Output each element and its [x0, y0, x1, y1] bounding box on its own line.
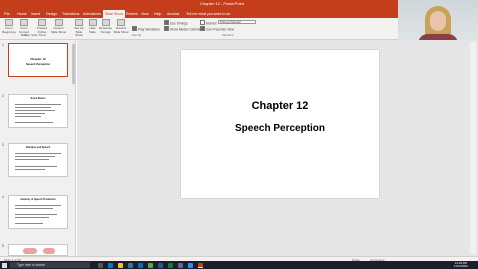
slide-thumbnail-3[interactable]: Vibration and Speech [8, 143, 68, 177]
tab-view[interactable]: View [141, 11, 149, 17]
thumb-title-1: Chapter 12 [30, 57, 46, 61]
tab-design[interactable]: Design [46, 11, 57, 17]
record-label: Record Slide Show [113, 26, 129, 34]
thumb-title-3: Vibration and Speech [25, 146, 51, 149]
stopwatch-icon [101, 19, 110, 26]
tab-slide-show[interactable]: Slide Show [103, 10, 125, 18]
thumbnail-scrollbar[interactable] [72, 44, 75, 84]
thumb-number-5: 5 [2, 244, 4, 248]
tab-home[interactable]: Home [17, 11, 27, 17]
custom-show-icon [54, 19, 63, 26]
slide-title[interactable]: Chapter 12 [181, 100, 379, 112]
taskbar-clock: 12:18 PM 11/12/2020 [454, 261, 468, 269]
thumb-title-4: Anatomy of Speech Production [20, 198, 56, 201]
setup-icon [75, 19, 83, 26]
tab-transitions[interactable]: Transitions [62, 11, 79, 17]
setup-label: Set Up Slide Show [74, 26, 84, 37]
present-online-button[interactable]: Present Online [35, 19, 49, 34]
hide-slide-button[interactable]: Hide Slide [87, 19, 98, 34]
thumb-number-3: 3 [2, 143, 4, 147]
edge-icon[interactable] [108, 262, 113, 268]
window-title: Chapter 12 - PowerPoint [200, 1, 244, 6]
excel-icon[interactable] [168, 262, 173, 268]
clock-date: 11/12/2020 [454, 263, 468, 268]
thumb-number-2: 2 [2, 94, 4, 98]
monitors-group-label: Monitors [222, 33, 234, 37]
thumb-image-2 [43, 248, 55, 254]
chrome-icon[interactable] [148, 262, 153, 268]
play-narrations-checkbox[interactable]: Play Narrations [132, 26, 160, 32]
present-online-icon [38, 19, 46, 26]
tell-me-search[interactable]: Tell me what you want to do [186, 11, 230, 17]
windows-start-icon[interactable] [2, 262, 7, 268]
play-icon [5, 19, 13, 26]
editor-scrollbar[interactable] [470, 42, 476, 254]
from-beginning-button[interactable]: From Beginning [2, 19, 16, 34]
slide-thumbnail-1[interactable]: Chapter 12 Speech Perception [8, 43, 68, 77]
monitor-label: Monitor: [200, 20, 218, 26]
record-icon [117, 19, 125, 26]
set-up-slide-show-button[interactable]: Set Up Slide Show [72, 19, 86, 38]
set-up-group-label: Set Up [132, 33, 142, 37]
tab-review[interactable]: Review [126, 11, 138, 17]
file-explorer-icon[interactable] [118, 262, 123, 268]
store-icon[interactable] [128, 262, 133, 268]
zoom-icon[interactable] [188, 262, 193, 268]
mail-icon[interactable] [138, 262, 143, 268]
slide-thumbnail-4[interactable]: Anatomy of Speech Production [8, 195, 68, 229]
tab-file[interactable]: File [4, 11, 10, 17]
rehearse-label: Rehearse Timings [99, 26, 113, 34]
hide-slide-label: Hide Slide [89, 26, 96, 34]
show-media-controls-checkbox[interactable]: Show Media Controls [164, 26, 200, 32]
custom-slide-show-button[interactable]: Custom Slide Show [50, 19, 67, 34]
word-icon[interactable] [158, 262, 163, 268]
monitor-select[interactable]: Primary Monitor [218, 19, 256, 24]
record-slide-show-button[interactable]: Record Slide Show [113, 19, 129, 34]
presenter-face [430, 11, 446, 31]
tab-insert[interactable]: Insert [31, 11, 40, 17]
teams-icon[interactable] [178, 262, 183, 268]
tab-acrobat[interactable]: Acrobat [167, 11, 179, 17]
search-placeholder: Type here to search [17, 263, 46, 268]
rehearse-timings-button[interactable]: Rehearse Timings [99, 19, 112, 34]
thumb-number-4: 4 [2, 195, 4, 199]
slide-thumbnail-panel: 1 Chapter 12 Speech Perception 2 Some Ba… [0, 40, 76, 256]
start-slide-show-group-label: Start Slide Show [24, 33, 47, 37]
play-current-icon [20, 19, 28, 26]
from-beginning-label: From Beginning [2, 26, 16, 34]
task-view-icon[interactable] [98, 262, 103, 268]
tab-help[interactable]: Help [154, 11, 161, 17]
use-presenter-view-checkbox[interactable]: Use Presenter View [200, 26, 234, 32]
custom-show-label: Custom Slide Show [50, 26, 66, 34]
thumb-number-1: 1 [2, 43, 4, 47]
taskbar-search-box[interactable]: Type here to search [10, 262, 90, 268]
taskbar: Type here to search 12:18 PM 11/12/2020 [0, 261, 478, 269]
thumb-title-2: Some Basics [30, 97, 46, 100]
thumb-subtitle-1: Speech Perception [25, 63, 51, 66]
slide-subtitle[interactable]: Speech Perception [181, 123, 379, 134]
powerpoint-icon[interactable] [198, 262, 203, 268]
use-timings-checkbox[interactable]: Use Timings [164, 20, 188, 26]
current-slide-canvas[interactable]: Chapter 12 Speech Perception [181, 50, 379, 198]
slide-thumbnail-5[interactable] [8, 244, 68, 256]
tab-animations[interactable]: Animations [83, 11, 101, 17]
slide-thumbnail-2[interactable]: Some Basics [8, 94, 68, 128]
hide-slide-icon [88, 19, 97, 26]
thumb-image [23, 248, 37, 254]
